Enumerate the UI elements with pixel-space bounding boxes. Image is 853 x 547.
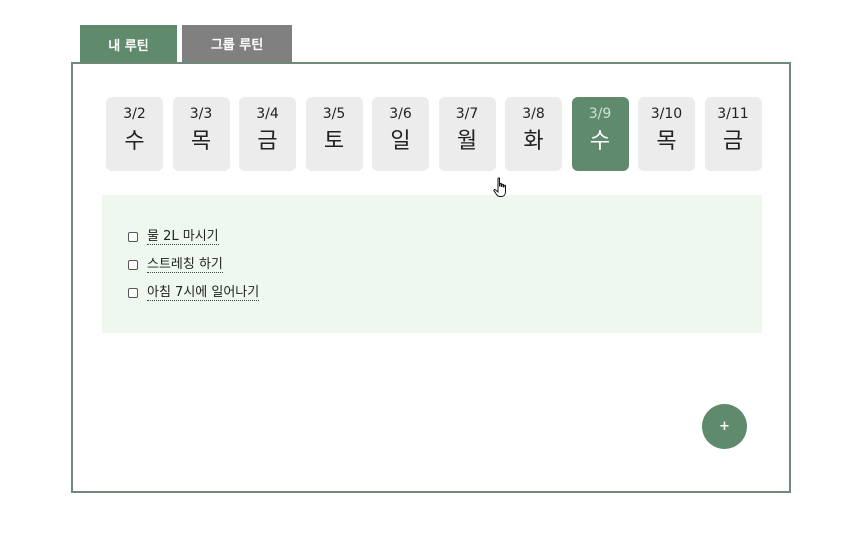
day-date: 3/4 [256,106,279,122]
day-weekday: 수 [589,129,611,154]
day-weekday: 수 [124,129,145,154]
routine-list-box: 물 2L 마시기 스트레칭 하기 아침 7시에 일어나기 [102,195,762,333]
list-item: 아침 7시에 일어나기 [128,279,260,307]
day-weekday: 토 [323,129,345,154]
routine-label[interactable]: 물 2L 마시기 [147,229,219,245]
hand-pointer-icon [493,177,506,197]
tab-my-routine[interactable]: 내 루틴 [80,25,177,63]
day-date: 3/8 [522,106,545,122]
day-card-selected[interactable]: 3/9 수 [571,97,629,171]
routine-panel: 3/2 수 3/3 목 3/4 금 3/5 토 3/6 일 3/7 월 3/8 … [71,62,791,493]
day-card[interactable]: 3/6 일 [372,97,429,171]
routine-checkbox[interactable] [128,232,138,242]
add-routine-button[interactable]: + [702,404,747,449]
day-weekday: 화 [523,129,544,154]
day-card[interactable]: 3/11 금 [704,97,762,171]
day-weekday: 일 [390,129,411,154]
day-card[interactable]: 3/10 목 [638,97,695,171]
day-card[interactable]: 3/7 월 [438,97,496,171]
day-card[interactable]: 3/2 수 [106,97,163,171]
routine-checkbox[interactable] [128,288,138,298]
day-date: 3/3 [189,106,213,122]
day-date: 3/9 [588,106,612,122]
day-date: 3/10 [650,106,683,122]
routine-checkbox[interactable] [128,260,138,270]
list-item: 물 2L 마시기 [128,223,259,251]
day-date: 3/7 [455,106,479,122]
day-weekday: 목 [656,129,677,154]
routine-tabs: 내 루틴 그룹 루틴 [80,25,292,63]
day-date: 3/6 [389,106,412,122]
day-selector: 3/2 수 3/3 목 3/4 금 3/5 토 3/6 일 3/7 월 3/8 … [106,97,762,171]
day-date: 3/2 [123,106,146,122]
day-card[interactable]: 3/8 화 [505,97,562,171]
routine-label[interactable]: 스트레칭 하기 [147,257,223,273]
day-weekday: 금 [257,129,278,154]
day-date: 3/11 [717,106,749,122]
day-weekday: 목 [190,129,212,154]
day-card[interactable]: 3/3 목 [172,97,230,171]
day-card[interactable]: 3/4 금 [239,97,296,171]
day-date: 3/5 [322,106,346,122]
routine-list: 물 2L 마시기 스트레칭 하기 아침 7시에 일어나기 [128,223,260,307]
day-weekday: 금 [722,129,744,154]
list-item: 스트레칭 하기 [128,251,259,279]
day-weekday: 월 [456,129,478,154]
routine-label[interactable]: 아침 7시에 일어나기 [147,285,260,301]
day-card[interactable]: 3/5 토 [305,97,363,171]
tab-group-routine[interactable]: 그룹 루틴 [182,25,292,62]
